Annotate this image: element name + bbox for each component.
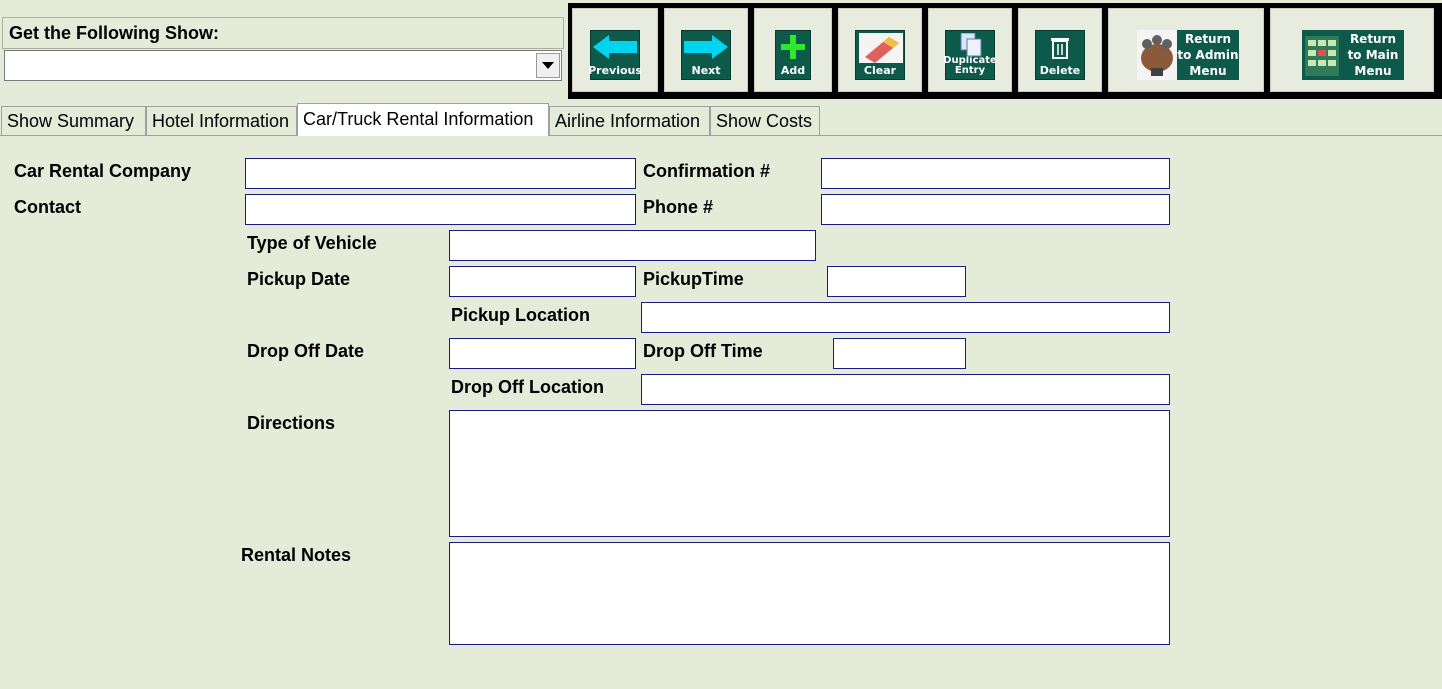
- confirmation-input[interactable]: [821, 158, 1170, 189]
- vehicle-type-input[interactable]: [449, 230, 816, 261]
- car-rental-company-input[interactable]: [245, 158, 636, 189]
- duplicate-entry-button[interactable]: Duplicate Entry: [928, 8, 1012, 92]
- directions-textarea[interactable]: [449, 410, 1170, 537]
- dropoff-location-input[interactable]: [641, 374, 1170, 405]
- car-rental-company-label: Car Rental Company: [14, 161, 192, 181]
- previous-label: Previous: [588, 64, 642, 77]
- delete-label: Delete: [1039, 64, 1081, 77]
- tab-airline-information[interactable]: Airline Information: [549, 106, 710, 135]
- tab-hotel-information[interactable]: Hotel Information: [146, 106, 297, 135]
- tab-show-summary[interactable]: Show Summary: [1, 106, 146, 135]
- pickup-time-input[interactable]: [827, 266, 966, 297]
- tab-car-truck-rental-information[interactable]: Car/Truck Rental Information: [297, 103, 549, 136]
- show-select-combobox[interactable]: [4, 50, 562, 81]
- show-selector-panel: Get the Following Show:: [0, 0, 568, 96]
- dropoff-time-input[interactable]: [833, 338, 966, 369]
- vehicle-type-label: Type of Vehicle: [247, 233, 377, 253]
- return-admin-menu-button[interactable]: Return to Admin Menu: [1108, 8, 1264, 92]
- clear-label: Clear: [863, 64, 897, 77]
- clear-button[interactable]: Clear: [838, 8, 922, 92]
- confirmation-label: Confirmation #: [643, 161, 771, 181]
- dropoff-time-label: Drop Off Time: [643, 341, 763, 361]
- admin-menu-icon: Return to Admin Menu: [1137, 30, 1239, 80]
- add-button[interactable]: Add: [754, 8, 832, 92]
- pickup-date-label: Pickup Date: [247, 269, 351, 289]
- toolbar: Previous Next Add Clear Duplicate Entry …: [568, 3, 1442, 99]
- return-main-menu-button[interactable]: Return to Main Menu: [1270, 8, 1434, 92]
- tab-show-costs[interactable]: Show Costs: [710, 106, 820, 135]
- previous-button[interactable]: Previous: [572, 8, 658, 92]
- contact-label: Contact: [14, 197, 81, 217]
- pickup-location-input[interactable]: [641, 302, 1170, 333]
- dropoff-date-input[interactable]: [449, 338, 636, 369]
- duplicate-label: Duplicate Entry: [943, 55, 997, 76]
- phone-label: Phone #: [643, 197, 714, 217]
- trash-icon: Delete: [1035, 30, 1085, 80]
- duplicate-icon: Duplicate Entry: [943, 30, 997, 80]
- directions-label: Directions: [247, 413, 336, 433]
- plus-icon: Add: [775, 30, 811, 80]
- eraser-icon: Clear: [855, 30, 905, 80]
- dropoff-date-label: Drop Off Date: [247, 341, 364, 361]
- pickup-time-label: PickupTime: [643, 269, 744, 289]
- next-arrow-icon: Next: [681, 30, 731, 80]
- show-selector-label: Get the Following Show:: [2, 17, 564, 49]
- dropoff-location-label: Drop Off Location: [451, 377, 604, 397]
- tab-divider: [0, 135, 1442, 136]
- rental-notes-label: Rental Notes: [241, 545, 352, 565]
- dropdown-arrow-button[interactable]: [536, 53, 560, 78]
- main-menu-icon: Return to Main Menu: [1302, 30, 1404, 80]
- contact-input[interactable]: [245, 194, 636, 225]
- return-admin-label: Return to Admin Menu: [1177, 30, 1239, 80]
- return-main-label: Return to Main Menu: [1342, 30, 1404, 80]
- rental-notes-textarea[interactable]: [449, 542, 1170, 645]
- previous-arrow-icon: Previous: [588, 30, 642, 80]
- pickup-location-label: Pickup Location: [451, 305, 591, 325]
- delete-button[interactable]: Delete: [1018, 8, 1102, 92]
- phone-input[interactable]: [821, 194, 1170, 225]
- next-label: Next: [691, 64, 721, 77]
- add-label: Add: [780, 64, 806, 77]
- chevron-down-icon: [542, 61, 554, 69]
- next-button[interactable]: Next: [664, 8, 748, 92]
- pickup-date-input[interactable]: [449, 266, 636, 297]
